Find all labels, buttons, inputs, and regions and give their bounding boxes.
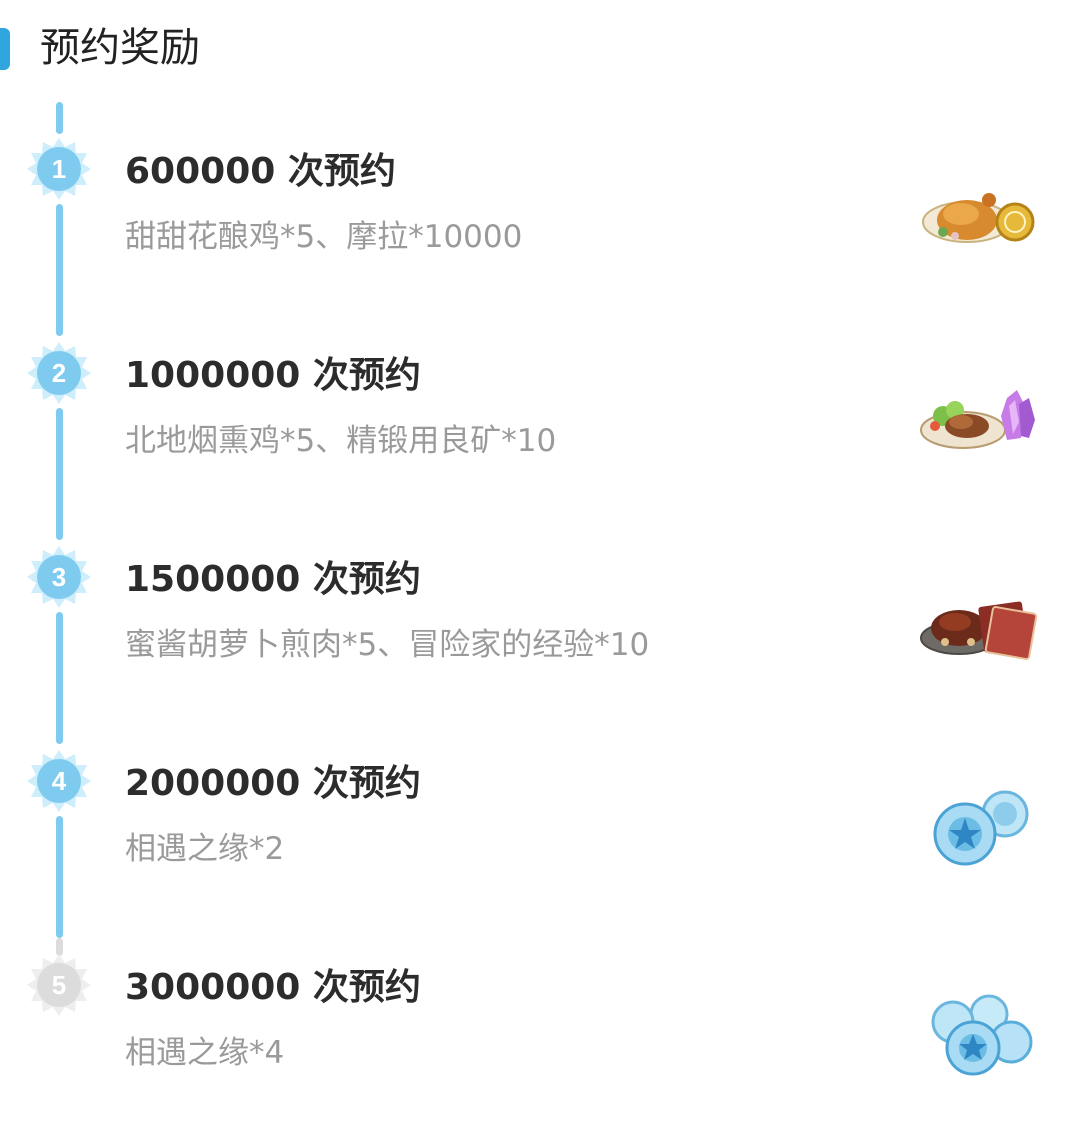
milestone-reward-text: 相遇之缘*4	[125, 1035, 285, 1071]
header-accent-bar	[0, 28, 10, 70]
two-fate-orbs-icon	[915, 784, 1045, 884]
milestone-reward-text: 相遇之缘*2	[125, 831, 285, 867]
milestone-timeline: 1 600000 次预约 甜甜花酿鸡*5、摩拉*10000 2 1000000 …	[0, 100, 1080, 1140]
section-title: 预约奖励	[40, 25, 200, 71]
milestone-title: 1500000 次预约	[125, 559, 421, 600]
milestone-reward-text: 北地烟熏鸡*5、精锻用良矿*10	[125, 423, 557, 459]
section-header: 预约奖励	[0, 20, 1080, 80]
milestone-item: 1 600000 次预约 甜甜花酿鸡*5、摩拉*10000	[0, 100, 1080, 300]
milestone-reward-text: 蜜酱胡萝卜煎肉*5、冒险家的经验*10	[125, 627, 650, 663]
milestone-badge: 3	[26, 544, 92, 610]
milestone-reward-text: 甜甜花酿鸡*5、摩拉*10000	[125, 219, 523, 255]
milestone-badge: 2	[26, 340, 92, 406]
roast-chicken-and-coin-icon	[915, 172, 1045, 272]
milestone-title: 600000 次预约	[125, 151, 396, 192]
badge-number: 1	[51, 154, 67, 184]
badge-number: 3	[51, 562, 67, 592]
four-fate-orbs-icon	[915, 988, 1045, 1088]
milestone-item: 2 1000000 次预约 北地烟熏鸡*5、精锻用良矿*10	[0, 304, 1080, 504]
milestone-title: 3000000 次预约	[125, 967, 421, 1008]
milestone-badge: 4	[26, 748, 92, 814]
badge-number: 2	[51, 358, 67, 388]
milestone-item: 5 3000000 次预约 相遇之缘*4	[0, 916, 1080, 1116]
badge-number: 5	[51, 970, 67, 1000]
glazed-meat-and-book-icon	[915, 580, 1045, 680]
milestone-item: 3 1500000 次预约 蜜酱胡萝卜煎肉*5、冒险家的经验*10	[0, 508, 1080, 708]
milestone-item: 4 2000000 次预约 相遇之缘*2	[0, 712, 1080, 912]
smoked-chicken-and-crystal-ore-icon	[915, 376, 1045, 476]
badge-number: 4	[51, 766, 67, 796]
milestone-title: 2000000 次预约	[125, 763, 421, 804]
milestone-badge: 1	[26, 136, 92, 202]
milestone-badge: 5	[26, 952, 92, 1018]
milestone-title: 1000000 次预约	[125, 355, 421, 396]
